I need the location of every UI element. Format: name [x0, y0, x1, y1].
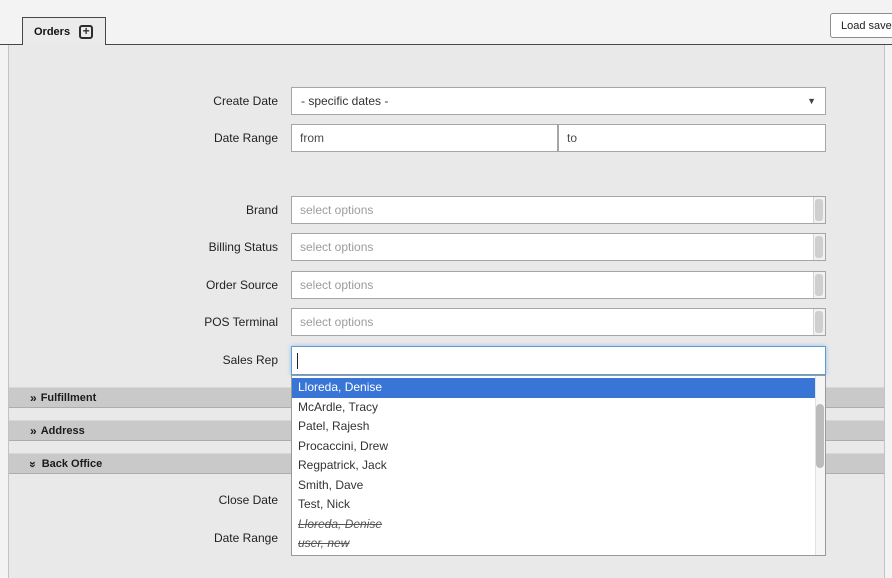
date-from-input[interactable] — [292, 125, 557, 151]
date-to-input[interactable] — [559, 125, 825, 151]
dropdown-option[interactable]: Patel, Rajesh — [292, 417, 825, 437]
pos-terminal-label: POS Terminal — [204, 315, 278, 329]
sales-rep-input[interactable] — [291, 346, 826, 375]
date-range-label: Date Range — [213, 131, 278, 145]
load-saved-button[interactable]: Load saved — [830, 13, 892, 38]
text-cursor — [297, 353, 298, 369]
dropdown-option-inactive[interactable]: user, new — [292, 534, 825, 554]
dropdown-option[interactable]: Lloreda, Denise — [292, 378, 825, 398]
create-date-value: - specific dates - — [301, 94, 389, 108]
sales-rep-option-list: Lloreda, Denise McArdle, Tracy Patel, Ra… — [292, 378, 825, 554]
pos-terminal-select[interactable] — [291, 308, 826, 336]
dropdown-option-inactive[interactable]: Lloreda, Denise — [292, 515, 825, 535]
dropdown-scrollbar-thumb[interactable] — [816, 404, 824, 468]
orders-filter-page: Orders + Load saved Create Date - specif… — [0, 0, 892, 578]
scrollbar-track[interactable] — [813, 234, 825, 260]
create-date-select[interactable]: - specific dates - ▼ — [291, 87, 826, 115]
chevron-right-icon: » — [30, 390, 37, 405]
scrollbar-track[interactable] — [813, 272, 825, 298]
scrollbar-track[interactable] — [813, 309, 825, 335]
scrollbar-thumb[interactable] — [815, 199, 823, 221]
sales-rep-dropdown: Lloreda, Denise McArdle, Tracy Patel, Ra… — [291, 375, 826, 556]
scrollbar-thumb[interactable] — [815, 274, 823, 296]
create-date-label: Create Date — [213, 94, 278, 108]
billing-status-input[interactable] — [292, 234, 812, 260]
brand-label: Brand — [245, 203, 278, 217]
sales-rep-label: Sales Rep — [222, 353, 278, 367]
section-back-office-label: Back Office — [41, 457, 103, 470]
scrollbar-thumb[interactable] — [815, 311, 823, 333]
pos-terminal-input[interactable] — [292, 309, 812, 335]
add-tab-icon[interactable]: + — [79, 24, 94, 39]
dropdown-option[interactable]: Smith, Dave — [292, 476, 825, 496]
brand-input[interactable] — [292, 197, 812, 223]
order-source-select[interactable] — [291, 271, 826, 299]
date-to-wrap — [558, 124, 826, 152]
scrollbar-track[interactable] — [813, 197, 825, 223]
billing-status-label: Billing Status — [208, 240, 278, 254]
billing-status-select[interactable] — [291, 233, 826, 261]
dropdown-option[interactable]: Procaccini, Drew — [292, 437, 825, 457]
tab-orders[interactable]: Orders + — [22, 17, 107, 45]
close-date-label: Close Date — [218, 493, 278, 507]
dropdown-option[interactable]: Regpatrick, Jack — [292, 456, 825, 476]
brand-select[interactable] — [291, 196, 826, 224]
section-address-label: Address — [40, 424, 85, 437]
filter-panel: Create Date - specific dates - ▼ Date Ra… — [0, 44, 892, 578]
chevron-down-icon: » — [25, 460, 40, 467]
chevron-right-icon: » — [30, 423, 37, 438]
order-source-label: Order Source — [205, 278, 278, 292]
date-from-wrap — [291, 124, 558, 152]
section-fulfillment-label: Fulfillment — [40, 391, 97, 404]
scrollbar-thumb[interactable] — [815, 236, 823, 258]
dropdown-option[interactable]: McArdle, Tracy — [292, 398, 825, 418]
chevron-down-icon: ▼ — [807, 96, 816, 106]
order-source-input[interactable] — [292, 272, 812, 298]
tab-orders-label: Orders — [34, 25, 71, 38]
dropdown-option[interactable]: Test, Nick — [292, 495, 825, 515]
filter-panel-body: Create Date - specific dates - ▼ Date Ra… — [8, 45, 885, 578]
back-office-date-range-label: Date Range — [213, 531, 278, 545]
